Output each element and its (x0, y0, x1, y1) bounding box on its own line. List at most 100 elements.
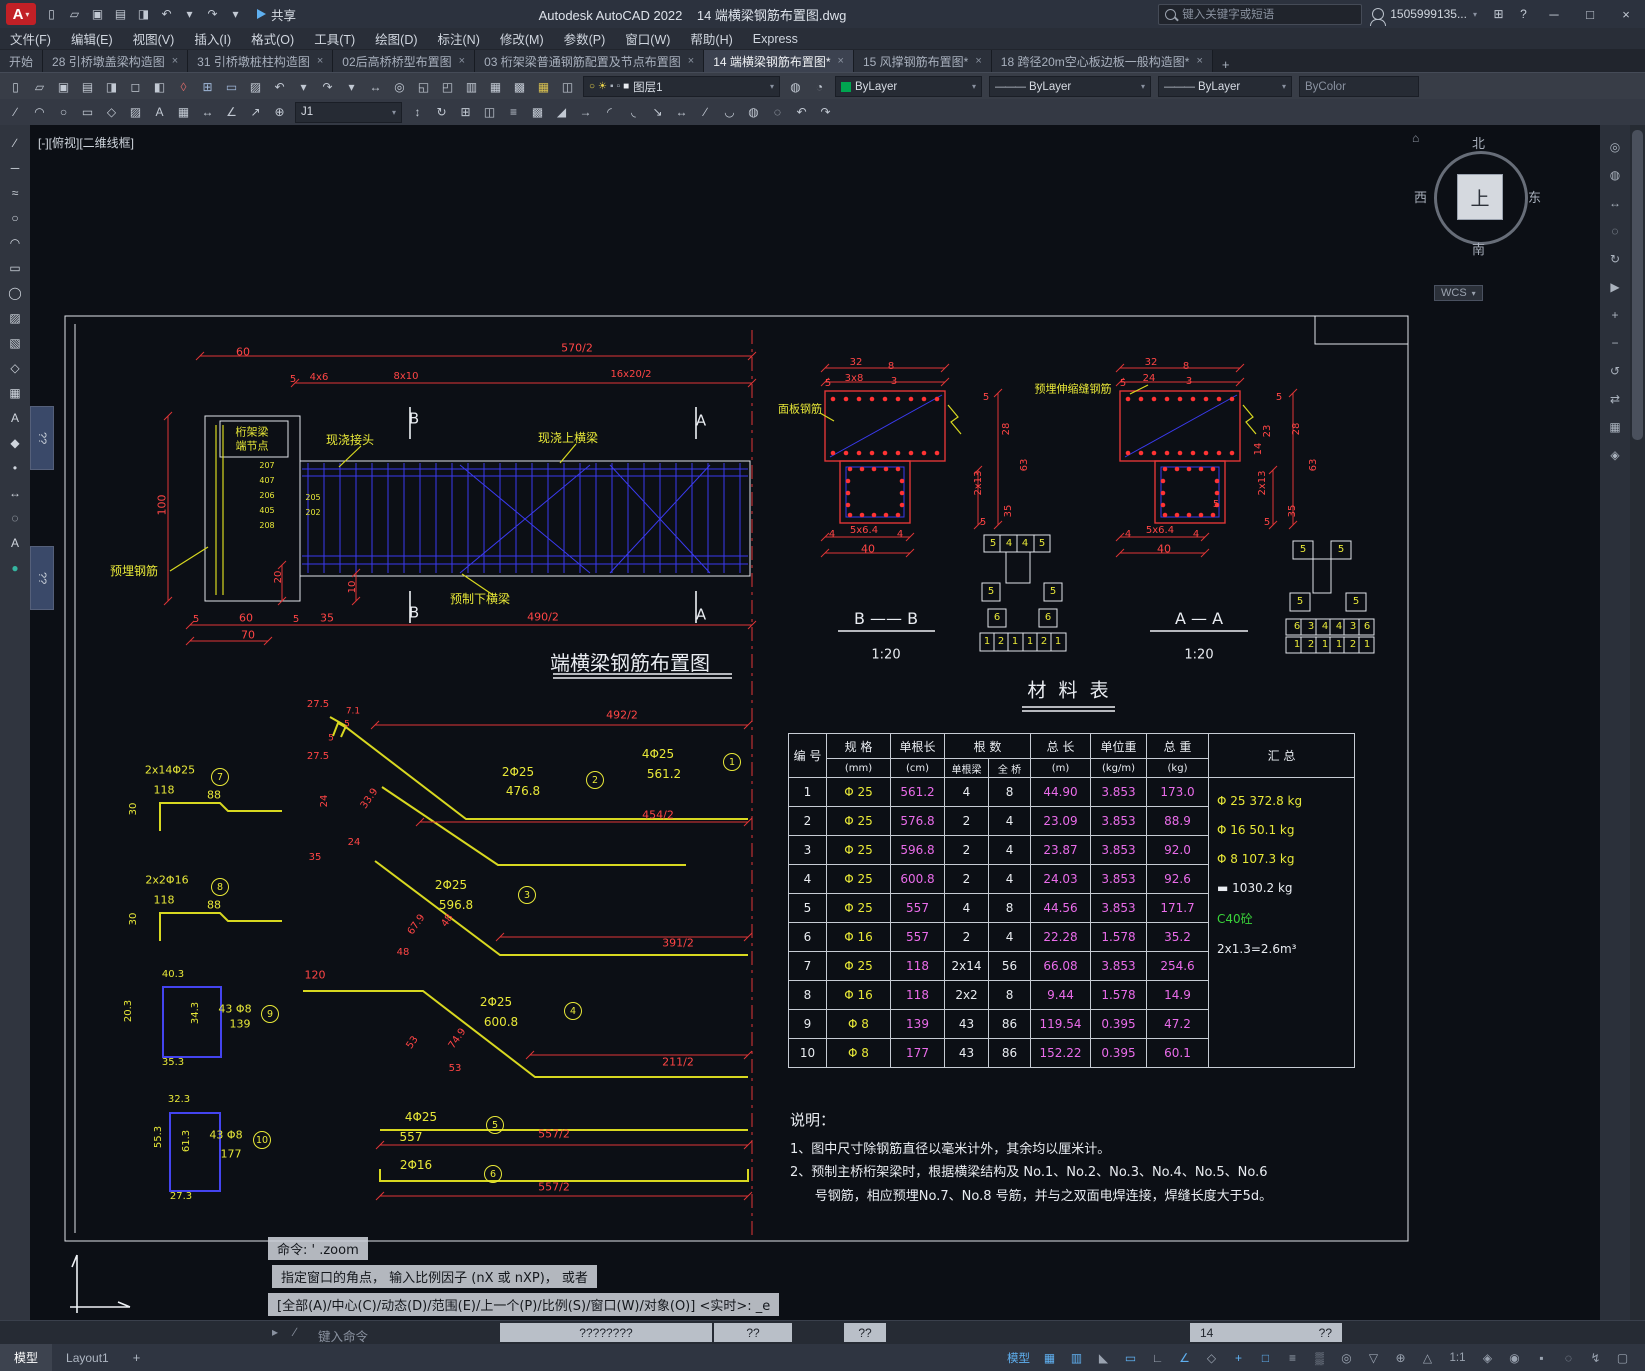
color-dropdown[interactable]: ByLayer ▾ (835, 76, 982, 97)
menu-item-2[interactable]: 视图(V) (123, 28, 185, 49)
plot-preview-button[interactable]: ◻ (124, 76, 147, 97)
undo-drop-button[interactable]: ▾ (292, 76, 315, 97)
close-tab-icon[interactable]: × (459, 55, 465, 67)
zoom-realtime-button[interactable]: ◎ (388, 76, 411, 97)
annotation-scale-toggle[interactable]: 1:1 (1442, 1348, 1473, 1368)
plotstyle-dropdown[interactable]: ByColor (1299, 76, 1419, 97)
close-tab-icon[interactable]: × (172, 55, 178, 67)
redo-drop-button[interactable]: ▾ (224, 3, 247, 25)
close-tab-icon[interactable]: × (975, 55, 981, 67)
drawing-canvas[interactable]: 60 570/2 5 4x6 8x10 16x20/2 100 20 10 5 60 5 35 490/2… (30, 125, 1600, 1320)
save-button[interactable]: ▣ (86, 3, 109, 25)
ortho-mode-toggle[interactable]: ∟ (1145, 1348, 1170, 1368)
move-button[interactable]: ↕ (406, 102, 429, 123)
linetype-dropdown[interactable]: ——— ByLayer ▾ (989, 76, 1151, 97)
hatch-button[interactable]: ▨ (4, 308, 26, 327)
undo-2-button[interactable]: ↶ (790, 102, 813, 123)
snap-mode-toggle[interactable]: ▥ (1064, 1348, 1089, 1368)
ellipse-button[interactable]: ◯ (4, 283, 26, 302)
new-layout-button[interactable]: + (123, 1350, 151, 1365)
app-box-button[interactable]: ◈ (1604, 445, 1626, 464)
mtext-button[interactable]: A (4, 408, 26, 427)
document-tab[interactable]: 28 引桥墩盖梁构造图 × (43, 50, 189, 72)
array-button[interactable]: ▩ (526, 102, 549, 123)
layout-tab[interactable]: Layout1 (52, 1344, 123, 1371)
erase-button[interactable]: ◌ (766, 102, 789, 123)
rectangle-button[interactable]: ▭ (4, 258, 26, 277)
circle-button[interactable]: ○ (52, 102, 75, 123)
leader-button[interactable]: ↗ (244, 102, 267, 123)
hatch-button[interactable]: ▨ (124, 102, 147, 123)
polyline-button[interactable]: ≈ (4, 183, 26, 202)
workspace-switching-toggle[interactable]: ◈ (1475, 1348, 1500, 1368)
table-button[interactable]: ▦ (172, 102, 195, 123)
layer-properties-button[interactable]: ▦ (532, 76, 555, 97)
menu-item-0[interactable]: 文件(F) (0, 28, 61, 49)
zoom-in-button[interactable]: + (1604, 305, 1626, 324)
layer-previous-button[interactable]: ◔ (808, 76, 831, 97)
viewcube-west[interactable]: 西 (1414, 187, 1427, 206)
lineweight-dropdown[interactable]: ——— ByLayer ▾ (1158, 76, 1292, 97)
minimize-button[interactable]: ─ (1537, 1, 1571, 27)
extend-button[interactable]: → (574, 102, 597, 123)
viewcube-north[interactable]: 北 (1472, 133, 1485, 152)
join-button[interactable]: ◡ (718, 102, 741, 123)
dim-linear-button[interactable]: ↔ (196, 102, 219, 123)
navbar-compass-button[interactable]: ◎ (1604, 137, 1626, 156)
grid-view-button[interactable]: ▦ (1604, 417, 1626, 436)
redo-2-button[interactable]: ↷ (814, 102, 837, 123)
publish-button[interactable]: ◧ (148, 76, 171, 97)
new-tab-button[interactable]: + (1213, 57, 1239, 72)
viewcube-south[interactable]: 南 (1472, 239, 1485, 258)
menu-item-3[interactable]: 插入(I) (184, 28, 241, 49)
plot-button[interactable]: ◨ (132, 3, 155, 25)
offset-button[interactable]: ≡ (502, 102, 525, 123)
maximize-button[interactable]: □ (1573, 1, 1607, 27)
menu-item-5[interactable]: 工具(T) (304, 28, 365, 49)
document-tab[interactable]: 18 跨径20m空心板边板一般构造图* × (991, 50, 1213, 72)
copy-button[interactable]: ⊞ (196, 76, 219, 97)
graphics-performance-toggle[interactable]: ↯ (1583, 1348, 1608, 1368)
explode-button[interactable]: ◍ (742, 102, 765, 123)
close-tab-icon[interactable]: × (317, 55, 323, 67)
viewcube-east[interactable]: 东 (1528, 187, 1541, 206)
selection-filter-toggle[interactable]: ▽ (1361, 1348, 1386, 1368)
scale-button[interactable]: ↘ (646, 102, 669, 123)
lock-ui-toggle[interactable]: ▪ (1529, 1348, 1554, 1368)
model-indicator-toggle[interactable]: 模型 (1002, 1348, 1035, 1368)
menu-item-6[interactable]: 绘图(D) (365, 28, 427, 49)
menu-item-8[interactable]: 修改(M) (490, 28, 554, 49)
share-button[interactable]: 共享 (257, 5, 296, 24)
save-as-button[interactable]: ▤ (76, 76, 99, 97)
help-icon[interactable]: ? (1512, 3, 1535, 25)
zoom-extents-button[interactable]: ◌ (1604, 221, 1626, 240)
palette-tab[interactable]: ?? (30, 406, 54, 470)
document-tab[interactable]: 03 桁架梁普通钢筋配置及节点布置图 × (475, 50, 705, 72)
line-button[interactable]: ∕ (4, 102, 27, 123)
menu-item-4[interactable]: 格式(O) (241, 28, 304, 49)
view-back-button[interactable]: ↺ (1604, 361, 1626, 380)
menu-item-12[interactable]: Express (743, 31, 808, 47)
layout-tab[interactable]: 模型 (0, 1344, 53, 1371)
rectangle-button[interactable]: ▭ (76, 102, 99, 123)
polygon-button[interactable]: ◇ (100, 102, 123, 123)
docked-panel-title[interactable]: ?? (714, 1323, 792, 1342)
docked-panel-title[interactable]: ???????? (500, 1323, 712, 1342)
orbit-button[interactable]: ↻ (1604, 249, 1626, 268)
mirror-button[interactable]: ◫ (478, 102, 501, 123)
search-input[interactable]: 键入关键字或短语 (1158, 3, 1363, 25)
point-style-button[interactable]: ● (4, 558, 26, 577)
break-button[interactable]: ∕ (694, 102, 717, 123)
grid-display-toggle[interactable]: ▦ (1037, 1348, 1062, 1368)
lineweight-display-toggle[interactable]: ≡ (1280, 1348, 1305, 1368)
zoom-out-button[interactable]: − (1604, 333, 1626, 352)
line-button[interactable]: ∕ (4, 133, 26, 152)
viewport-controls[interactable]: [-][俯视][二维线框] (38, 134, 134, 151)
menu-item-1[interactable]: 编辑(E) (61, 28, 123, 49)
copy-object-button[interactable]: ⊞ (454, 102, 477, 123)
pan-hand-button[interactable]: ↔ (1604, 193, 1626, 212)
fillet-button[interactable]: ◜ (598, 102, 621, 123)
undo-button[interactable]: ↶ (155, 3, 178, 25)
undo-button[interactable]: ↶ (268, 76, 291, 97)
tolerance-button[interactable]: ⊕ (268, 102, 291, 123)
